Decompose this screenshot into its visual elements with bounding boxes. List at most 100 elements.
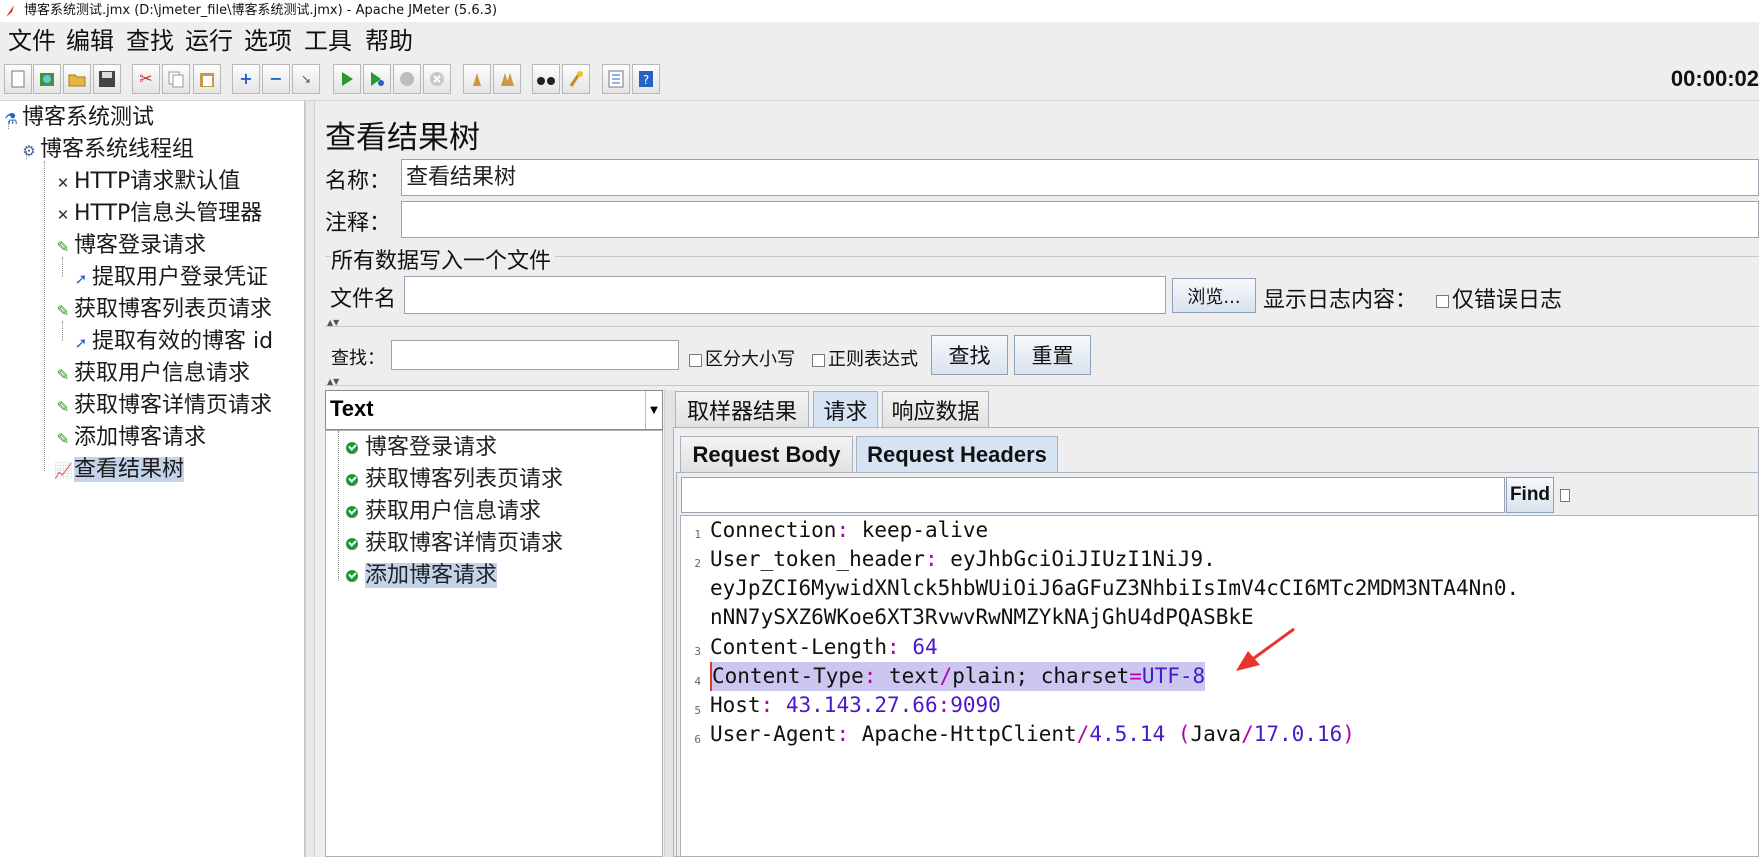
expand-icon[interactable]: +	[232, 64, 260, 94]
tree-node-thread-group[interactable]: ⚙ 博客系统线程组	[20, 135, 194, 165]
renderer-value: Text	[330, 396, 374, 421]
collapse-icon[interactable]: −	[262, 64, 290, 94]
menu-run[interactable]: 运行	[185, 24, 233, 58]
tree-node-blog-list-request[interactable]: ✎ 获取博客列表页请求	[54, 295, 272, 325]
comment-input[interactable]	[401, 201, 1759, 238]
clear-icon[interactable]	[463, 64, 491, 94]
renderer-select[interactable]: Text ▼	[325, 390, 663, 430]
tab-sampler-result[interactable]: 取样器结果	[675, 391, 809, 427]
menu-bar: 文件 编辑 查找 运行 选项 工具 帮助	[0, 22, 1759, 60]
menu-help[interactable]: 帮助	[365, 24, 413, 58]
header-value: nNN7ySXZ6WKoe6XT3RvwvRwNMZYkNAjGhU4dPQAS…	[710, 605, 1254, 629]
list-item[interactable]: 添加博客请求	[346, 561, 498, 591]
menu-file[interactable]: 文件	[8, 24, 56, 58]
find-option-checkbox[interactable]	[1560, 489, 1570, 502]
list-item[interactable]: 博客登录请求	[346, 433, 497, 463]
header-value: 64	[912, 635, 938, 659]
request-headers-editor[interactable]: 1 2 3 4 5 6 Connection: keep-alive User_…	[680, 515, 1759, 857]
tab-response-data[interactable]: 响应数据	[882, 391, 989, 427]
cut-icon[interactable]: ✂	[132, 64, 160, 94]
tree-node-label: 提取有效的博客 id	[92, 329, 274, 354]
header-value: 17.0.16	[1253, 722, 1343, 746]
headers-find-button[interactable]: Find	[1506, 477, 1554, 513]
toggle-icon[interactable]: ↘	[292, 64, 320, 94]
tree-node-user-info-request[interactable]: ✎ 获取用户信息请求	[54, 359, 250, 389]
new-icon[interactable]	[4, 64, 32, 94]
paste-icon[interactable]	[193, 64, 221, 94]
toolbar: ✂ + − ↘ ? 00:00:02	[0, 60, 1759, 101]
errors-only-checkbox[interactable]: 仅错误日志	[1436, 282, 1562, 314]
tree-node-extract-credentials[interactable]: ➚ 提取用户登录凭证	[72, 263, 268, 293]
tree-node-add-blog-request[interactable]: ✎ 添加博客请求	[54, 423, 206, 453]
header-value: keep-alive	[861, 518, 989, 542]
tree-node-http-defaults[interactable]: ✕ HTTP请求默认值	[54, 167, 241, 197]
pipette-icon: ✎	[56, 398, 70, 416]
menu-tools[interactable]: 工具	[304, 24, 352, 58]
collapse-arrows[interactable]: ▲▼	[327, 377, 339, 386]
collapse-arrows[interactable]: ▲▼	[327, 318, 339, 327]
case-sensitive-checkbox[interactable]: 区分大小写	[689, 345, 795, 371]
reset-button[interactable]: 重置	[1014, 335, 1091, 375]
list-item[interactable]: 获取用户信息请求	[346, 497, 541, 527]
tree-node-label: 博客登录请求	[74, 233, 207, 258]
reset-search-icon[interactable]	[562, 64, 590, 94]
name-label: 名称：	[325, 169, 392, 194]
menu-options[interactable]: 选项	[244, 24, 292, 58]
stop-icon[interactable]	[393, 64, 421, 94]
search-icon[interactable]	[532, 64, 560, 94]
case-sensitive-label: 区分大小写	[705, 349, 795, 370]
start-icon[interactable]	[333, 64, 361, 94]
search-input[interactable]	[391, 340, 679, 370]
menu-search[interactable]: 查找	[126, 24, 174, 58]
regex-checkbox[interactable]: 正则表达式	[812, 345, 918, 371]
tab-request-headers[interactable]: Request Headers	[856, 436, 1058, 472]
search-label: 查找：	[331, 348, 385, 369]
header-line: User_token_header: eyJhbGciOiJIUzI1NiJ9.	[710, 547, 1216, 571]
split-divider[interactable]	[305, 101, 315, 857]
help-icon[interactable]: ?	[632, 64, 660, 94]
header-key: Host	[710, 693, 761, 717]
line-number: 2	[694, 557, 701, 570]
tree-node-view-results-tree[interactable]: 📈查看结果树	[54, 455, 185, 485]
tree-node-test-plan[interactable]: ⚗ 博客系统测试	[2, 103, 154, 133]
title-bar: 博客系统测试.jmx (D:\jmeter_file\博客系统测试.jmx) -…	[0, 0, 1759, 22]
templates-icon[interactable]	[33, 64, 61, 94]
tab-request-body[interactable]: Request Body	[680, 436, 853, 472]
save-icon[interactable]	[93, 64, 121, 94]
pipette-icon: ✎	[56, 366, 70, 384]
tree-node-extract-blog-id[interactable]: ➚ 提取有效的博客 id	[72, 327, 273, 357]
list-item[interactable]: 获取博客详情页请求	[346, 529, 563, 559]
find-button[interactable]: 查找	[931, 335, 1008, 375]
tab-request[interactable]: 请求	[813, 391, 878, 427]
start-no-pause-icon[interactable]	[363, 64, 391, 94]
menu-edit[interactable]: 编辑	[66, 24, 114, 58]
regex-label: 正则表达式	[828, 349, 918, 370]
tree-node-blog-detail-request[interactable]: ✎ 获取博客详情页请求	[54, 391, 272, 421]
list-item[interactable]: 获取博客列表页请求	[346, 465, 563, 495]
tree-node-label: 获取博客列表页请求	[74, 297, 273, 322]
browse-button[interactable]: 浏览...	[1172, 278, 1256, 313]
checkbox-box	[812, 353, 825, 367]
sample-label: 获取博客详情页请求	[365, 531, 564, 556]
filename-input[interactable]	[404, 276, 1166, 314]
headers-search-input[interactable]	[681, 477, 1505, 513]
clear-all-icon[interactable]	[493, 64, 521, 94]
shutdown-icon[interactable]	[423, 64, 451, 94]
name-input[interactable]: 查看结果树	[401, 159, 1759, 196]
success-shield-icon	[346, 570, 358, 582]
copy-icon[interactable]	[162, 64, 190, 94]
sample-label: 添加博客请求	[365, 563, 498, 588]
function-helper-icon[interactable]	[602, 64, 630, 94]
header-value: eyJhbGciOiJIUzI1NiJ9.	[950, 547, 1216, 571]
pipette-icon: ✎	[56, 430, 70, 448]
success-shield-icon	[346, 506, 358, 518]
svg-text:?: ?	[643, 73, 649, 87]
chevron-down-icon[interactable]: ▼	[645, 391, 662, 429]
tree-node-login-request[interactable]: ✎ 博客登录请求	[54, 231, 206, 261]
flask-icon: ⚗	[4, 110, 18, 128]
header-line: Host: 43.143.27.66:9090	[710, 693, 1001, 717]
tree-node-header-manager[interactable]: ✕ HTTP信息头管理器	[54, 199, 263, 229]
header-line: Content-Length: 64	[710, 635, 938, 659]
header-line: User-Agent: Apache-HttpClient/4.5.14 (Ja…	[710, 722, 1355, 746]
open-icon[interactable]	[63, 64, 91, 94]
